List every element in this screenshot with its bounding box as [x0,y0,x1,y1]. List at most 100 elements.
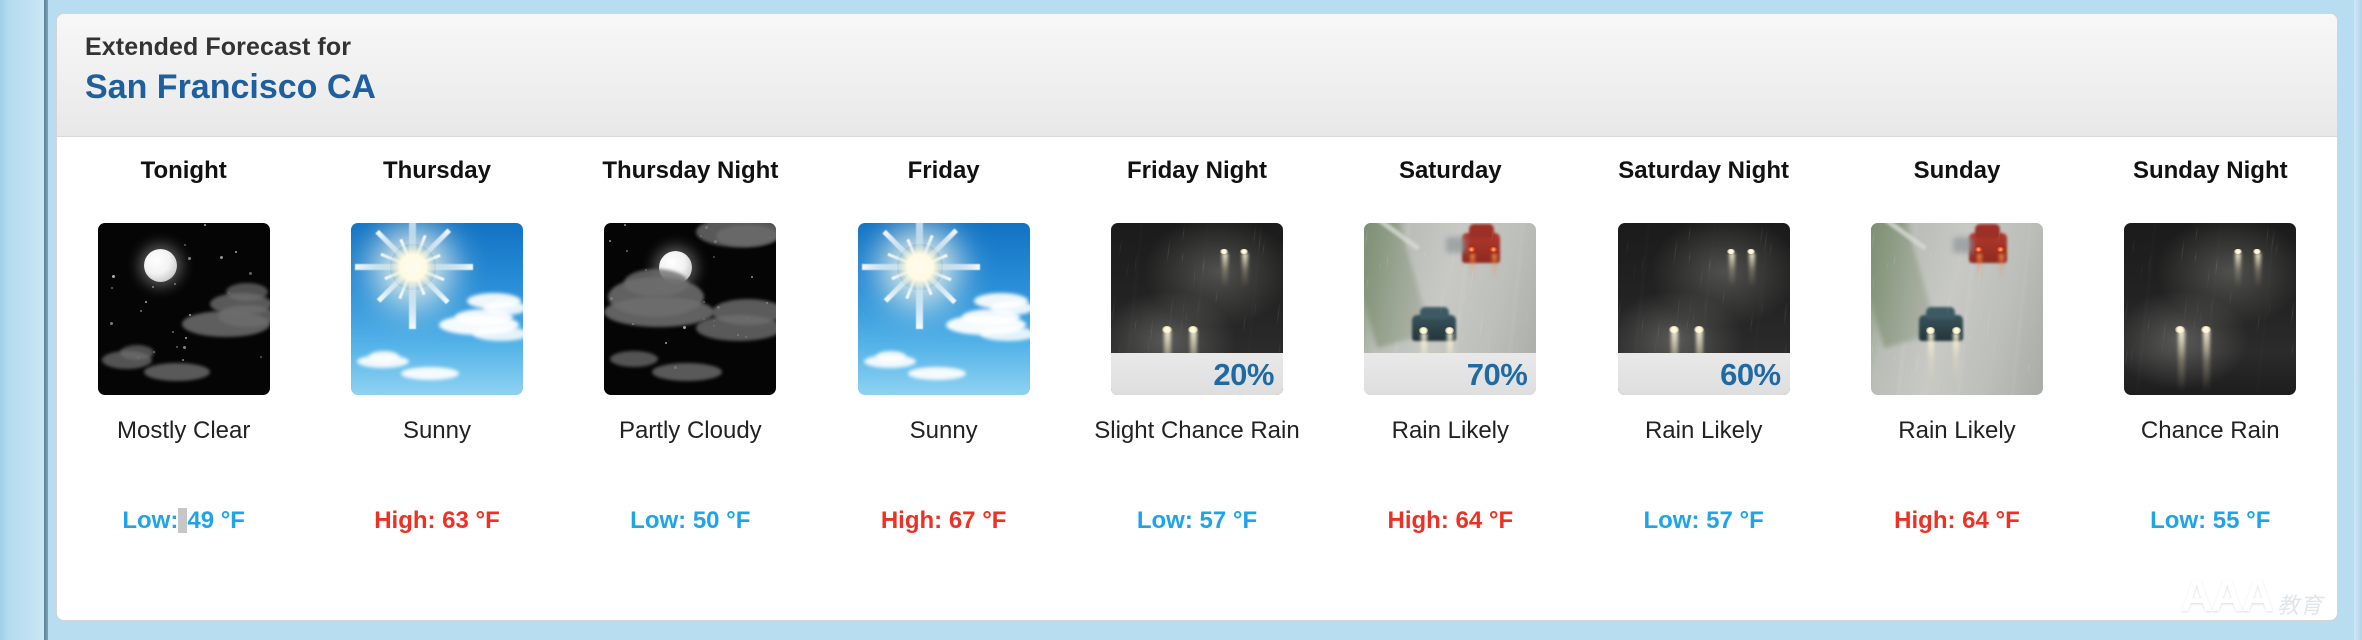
star-icon [259,356,262,359]
rain-streak [2147,316,2151,335]
forecast-condition-text: Partly Cloudy [618,417,762,444]
star-icon [173,283,176,286]
cloud-icon [119,345,154,360]
rain-day-icon[interactable]: 70% [1364,223,1537,395]
rain-streak [1759,224,1763,246]
forecast-condition-text: Rain Likely [1391,417,1509,444]
forecast-condition-text: Rain Likely [1898,417,2016,444]
rain-streak [1929,250,1932,262]
forecast-day-label: Saturday [1398,157,1502,184]
star-icon [110,286,113,289]
rain-streak [1192,263,1197,290]
car-icon [1722,239,1756,293]
forecast-day-column: Thursday Night Partly Cloudy Low: 50 °F [564,155,817,535]
rain-streak [1992,331,1998,365]
page-left-rule [44,0,48,640]
forecast-temperature-label: Low: [122,507,179,534]
rain-night-icon[interactable] [2124,223,2297,395]
sun-sunny-icon[interactable] [350,223,523,395]
precip-probability-value: 70% [1466,356,1528,392]
forecast-day-label: Friday Night [1126,157,1267,184]
headlight-beam [1241,253,1248,287]
rain-streak [2179,236,2185,267]
cloud-icon [225,283,268,301]
forecast-day-column: Friday Sunny High: 67 °F [817,155,1070,535]
rain-streak [2290,300,2295,327]
rain-streak [2194,224,2199,242]
rain-streak [1749,311,1754,334]
rain-night-icon[interactable]: 60% [1617,223,1790,395]
cloud-icon [368,351,399,362]
rain-streak [1871,331,1875,347]
forecast-condition-text: Sunny [402,417,472,444]
star-icon [188,257,192,261]
headlight-beam [1748,253,1755,287]
rain-streak [1133,316,1137,335]
forecast-day-column: Saturday 70% Rain Likely High: 64 °F [1324,155,1577,535]
headlight-beam [1491,254,1497,280]
forecast-page: Extended Forecast for San Francisco CA T… [0,0,2362,640]
rain-streak [1166,236,1172,267]
rain-day-icon[interactable] [1870,223,2043,395]
headlight-beam [2235,253,2242,287]
headlight-beam [1222,253,1229,287]
precip-probability-bar: 70% [1364,353,1537,395]
forecast-day-label: Sunday Night [2132,157,2288,184]
rain-night-icon[interactable]: 20% [1110,223,1283,395]
car-icon [1918,307,1963,391]
forecast-day-label: Tonight [140,157,227,184]
cloud-icon [624,269,689,297]
rain-streak [1479,308,1485,340]
star-icon [172,331,175,334]
rain-streak [2265,224,2270,246]
forecast-day-column: Tonight Mostly Clear Low: 49 °F [57,155,310,535]
car-roof [1975,224,2001,238]
distant-vehicle [1446,237,1467,253]
rain-streak [1261,240,1266,259]
forecast-day-label: Thursday Night [602,157,779,184]
rain-streak [2139,259,2144,283]
rain-streak [2162,317,2167,345]
rain-streak [1617,297,1622,325]
rain-streak [1655,317,1661,345]
forecast-condition-text: Rain Likely [1644,417,1763,444]
headlight-beam [1953,333,1960,384]
star-icon [664,341,667,344]
sun-sunny-icon[interactable] [857,223,1030,395]
precip-probability-value: 20% [1213,356,1274,392]
headlight-beam [1998,254,2004,280]
rain-streak [1979,300,1984,325]
star-icon [109,321,113,325]
star-icon [181,358,184,361]
star-icon [712,256,715,259]
star-icon [184,243,187,246]
moon-partly-cloudy-icon[interactable] [604,223,777,395]
rain-streak [1242,311,1247,334]
watermark-subtext: 教育 [2276,592,2323,618]
rain-streak [2124,297,2129,325]
forecast-temperature: Low: 50 °F [630,507,751,534]
forecast-header-label: Extended Forecast for [85,33,352,61]
moon-mostly-clear-icon[interactable] [97,223,270,395]
forecast-condition-text: Sunny [909,417,978,444]
cloud-icon [961,309,1020,325]
rain-streak [1125,259,1130,283]
forecast-temperature: High: 63 °F [374,507,500,534]
forecast-day-column: Sunday Rain Likely High: 64 °F [1830,155,2083,535]
cloud-icon [979,327,1030,341]
rain-streak [1625,238,1629,257]
car-roof [1468,224,1494,238]
star-icon [183,346,187,350]
star-icon [683,326,687,330]
rain-streak [1967,331,1971,344]
cloud-icon [652,363,723,381]
cloud-icon [143,363,210,381]
forecast-day-column: Thursday Sunny High: 63 °F [310,155,563,535]
headlight-beam [2203,330,2211,393]
rain-streak [1181,250,1184,265]
rain-streak [2275,240,2279,259]
cloud-icon [907,367,966,380]
forecast-day-column: Saturday Night 60% Rain Likely Low: 57 °F [1577,155,1830,535]
star-icon [152,286,155,289]
extended-forecast-card: Extended Forecast for San Francisco CA T… [56,13,2338,621]
